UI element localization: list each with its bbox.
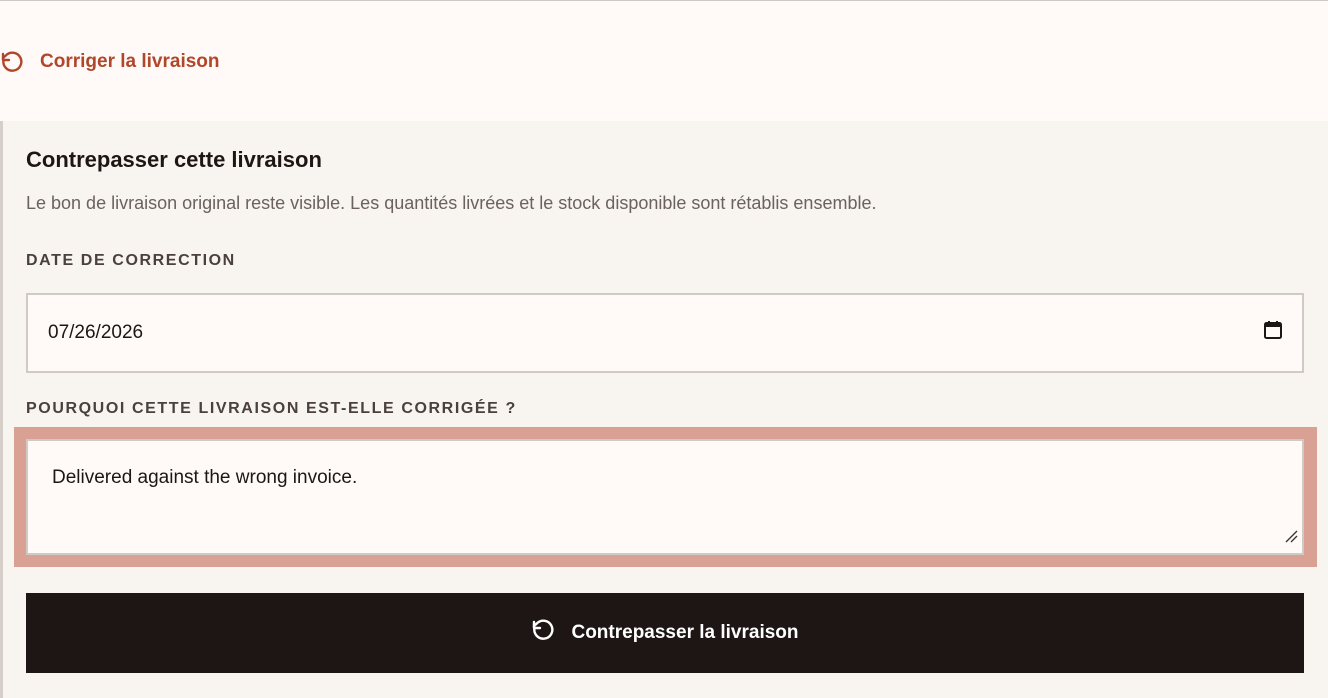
panel-title: Contrepasser cette livraison — [26, 147, 322, 172]
undo-icon — [531, 618, 555, 648]
correction-reason-textarea[interactable]: Delivered against the wrong invoice. — [26, 439, 1304, 555]
reverse-delivery-button[interactable]: Contrepasser la livraison — [26, 593, 1304, 673]
top-divider — [0, 0, 1328, 1]
correction-date-input[interactable]: 07/26/2026 — [26, 293, 1304, 373]
calendar-icon[interactable] — [1264, 321, 1282, 345]
resize-handle-icon[interactable] — [1284, 527, 1298, 549]
reverse-delivery-panel: Contrepasser cette livraison Le bon de l… — [0, 121, 1328, 698]
panel-description: Le bon de livraison original reste visib… — [26, 193, 877, 213]
undo-icon — [0, 50, 24, 74]
correct-delivery-label: Corriger la livraison — [40, 51, 220, 72]
correction-date-value: 07/26/2026 — [48, 322, 144, 343]
correction-reason-label: POURQUOI CETTE LIVRAISON EST-ELLE CORRIG… — [26, 400, 517, 417]
correction-reason-value: Delivered against the wrong invoice. — [52, 467, 358, 488]
correction-date-label: DATE DE CORRECTION — [26, 252, 236, 269]
correct-delivery-link[interactable]: Corriger la livraison — [0, 48, 220, 76]
reverse-delivery-button-label: Contrepasser la livraison — [571, 622, 799, 643]
